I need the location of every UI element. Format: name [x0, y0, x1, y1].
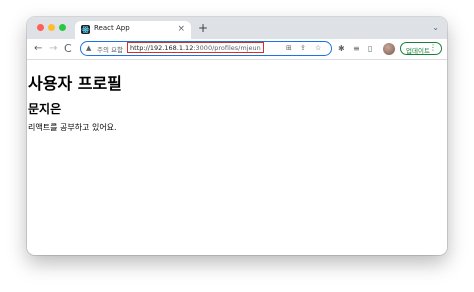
more-menu-icon[interactable]: ⋮: [429, 43, 437, 52]
extensions-icon[interactable]: ✱: [338, 44, 345, 53]
browser-window: React App × + ⌄ ← → C ▲ 주의 요함 http://192…: [27, 17, 447, 255]
close-tab-icon[interactable]: ×: [177, 23, 185, 35]
security-warning-label[interactable]: 주의 요함: [97, 44, 123, 54]
minimize-window-button[interactable]: [48, 24, 55, 31]
profile-description: 리액트를 공부하고 있어요.: [28, 123, 117, 132]
url-path: :3000/profiles/mjeun: [193, 44, 261, 52]
tab-search-icon[interactable]: ⌄: [432, 23, 439, 32]
profile-name: 문지은: [28, 102, 62, 116]
url-host: http://192.168.1.12: [130, 44, 194, 52]
reading-list-icon[interactable]: ≡: [353, 44, 360, 53]
url-text[interactable]: http://192.168.1.12:3000/profiles/mjeun: [130, 44, 261, 52]
reload-button[interactable]: C: [64, 42, 72, 56]
back-button[interactable]: ←: [34, 42, 42, 56]
share-icon[interactable]: ⇪: [300, 44, 306, 52]
url-highlight: http://192.168.1.12:3000/profiles/mjeun: [127, 42, 264, 53]
tab-react-app[interactable]: React App ×: [75, 21, 191, 39]
new-tab-button[interactable]: +: [198, 21, 208, 35]
update-label: 업데이트: [406, 46, 430, 55]
page-title: 사용자 프로필: [28, 74, 122, 93]
react-icon: [81, 25, 90, 34]
tab-bar: React App × + ⌄: [27, 17, 447, 39]
profile-avatar[interactable]: [383, 43, 395, 55]
tab-title: React App: [94, 24, 130, 32]
side-panel-icon[interactable]: ▯: [368, 44, 372, 53]
page-content: 사용자 프로필 문지은 리액트를 공부하고 있어요.: [27, 60, 447, 255]
toolbar: ← → C ▲ 주의 요함 http://192.168.1.12:3000/p…: [27, 39, 447, 60]
maximize-window-button[interactable]: [59, 24, 66, 31]
bookmark-star-icon[interactable]: ☆: [315, 44, 321, 52]
close-window-button[interactable]: [37, 24, 44, 31]
update-button[interactable]: 업데이트 ⋮: [400, 42, 442, 55]
translate-icon[interactable]: ⊞: [286, 44, 292, 52]
forward-button[interactable]: →: [49, 42, 57, 56]
address-bar[interactable]: ▲ 주의 요함 http://192.168.1.12:3000/profile…: [80, 41, 332, 56]
warning-icon[interactable]: ▲: [86, 44, 91, 52]
